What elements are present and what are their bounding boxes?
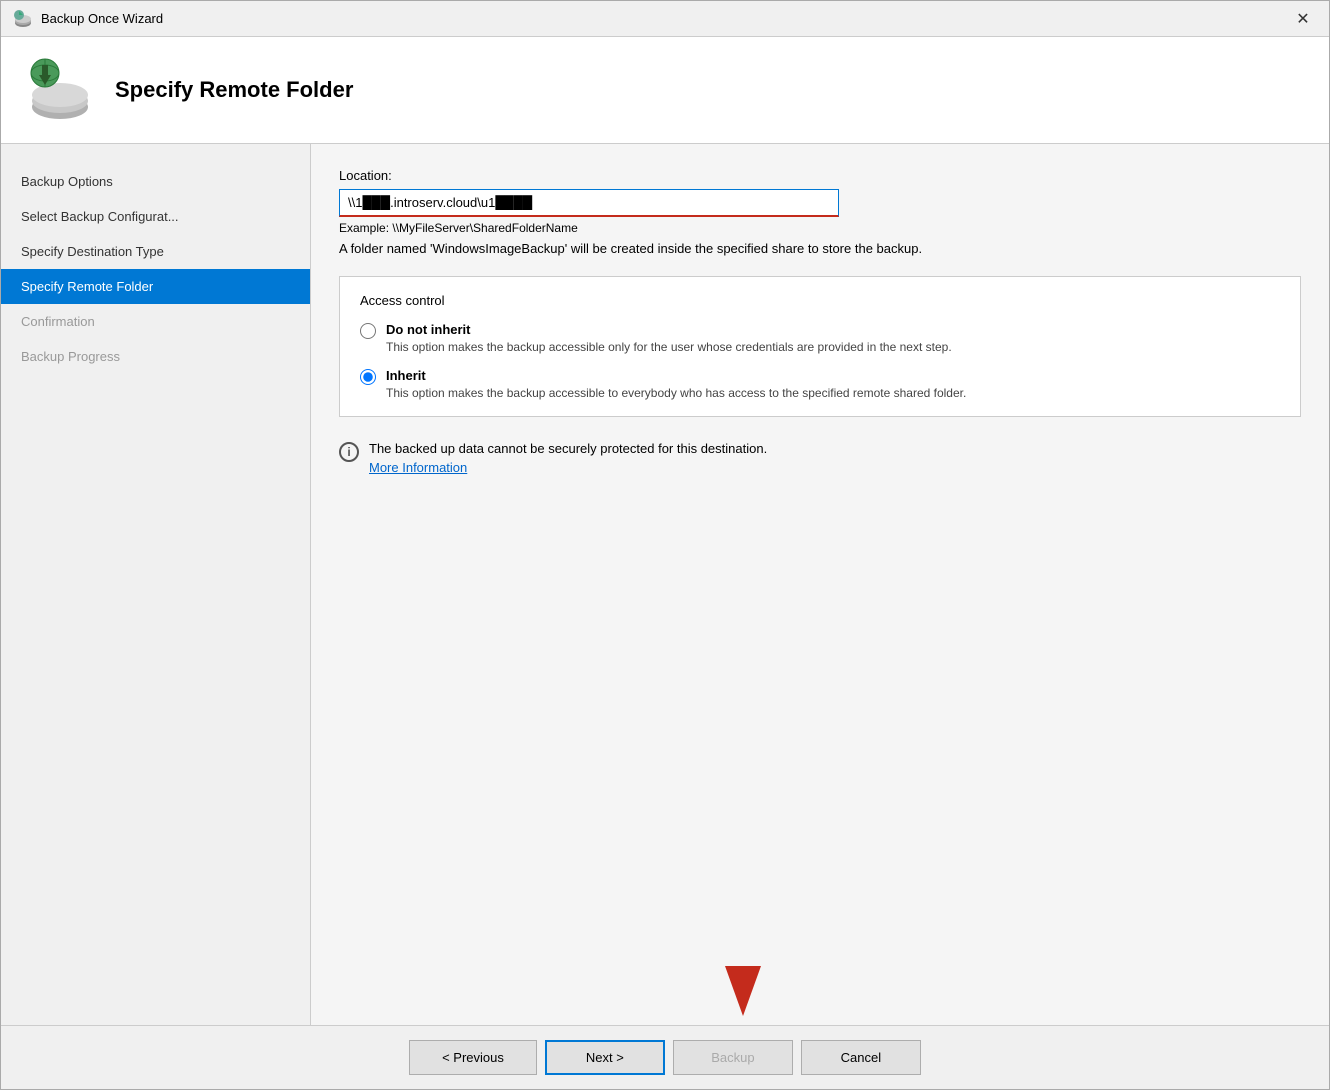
title-bar-left: Backup Once Wizard (13, 9, 163, 29)
arrow-indicator (725, 966, 761, 1016)
header-area: Specify Remote Folder (1, 37, 1329, 144)
example-prefix: Example: (339, 221, 392, 235)
radio-do-not-inherit-label: Do not inherit (386, 322, 952, 337)
radio-option-inherit: Inherit This option makes the backup acc… (360, 368, 1280, 400)
backup-large-icon (25, 55, 95, 125)
location-label: Location: (339, 168, 1301, 183)
info-notice: i The backed up data cannot be securely … (339, 441, 1301, 475)
info-icon: i (339, 442, 359, 462)
info-notice-content: The backed up data cannot be securely pr… (369, 441, 767, 475)
sidebar: Backup Options Select Backup Configurat.… (1, 144, 311, 1025)
previous-button[interactable]: < Previous (409, 1040, 537, 1075)
content-area: Backup Options Select Backup Configurat.… (1, 144, 1329, 1025)
spacer (339, 489, 1301, 1001)
backup-button: Backup (673, 1040, 793, 1075)
title-bar: Backup Once Wizard ✕ (1, 1, 1329, 37)
radio-inherit-label: Inherit (386, 368, 966, 383)
radio-inherit-desc: This option makes the backup accessible … (386, 386, 966, 400)
example-text: Example: \\MyFileServer\SharedFolderName (339, 221, 1301, 235)
wizard-window: Backup Once Wizard ✕ Specify Remote (0, 0, 1330, 1090)
radio-inherit-content: Inherit This option makes the backup acc… (386, 368, 966, 400)
location-section: Location: Example: \\MyFileServer\Shared… (339, 168, 1301, 256)
header-icon (25, 55, 95, 125)
sidebar-item-backup-progress: Backup Progress (1, 339, 310, 374)
example-value: \\MyFileServer\SharedFolderName (392, 221, 577, 235)
next-button[interactable]: Next > (545, 1040, 665, 1075)
more-info-link[interactable]: More Information (369, 460, 767, 475)
radio-option-do-not-inherit: Do not inherit This option makes the bac… (360, 322, 1280, 354)
sidebar-item-backup-options[interactable]: Backup Options (1, 164, 310, 199)
cancel-button[interactable]: Cancel (801, 1040, 921, 1075)
access-control-title: Access control (360, 293, 1280, 308)
radio-inherit[interactable] (360, 369, 376, 385)
info-notice-text: The backed up data cannot be securely pr… (369, 441, 767, 456)
sidebar-item-specify-dest-type[interactable]: Specify Destination Type (1, 234, 310, 269)
radio-do-not-inherit[interactable] (360, 323, 376, 339)
footer-area: < Previous Next > Backup Cancel (1, 1025, 1329, 1089)
title-text: Backup Once Wizard (41, 11, 163, 26)
sidebar-item-select-config[interactable]: Select Backup Configurat... (1, 199, 310, 234)
location-input[interactable] (339, 189, 839, 217)
location-input-wrapper (339, 189, 1301, 217)
sidebar-item-specify-remote-folder[interactable]: Specify Remote Folder (1, 269, 310, 304)
sidebar-item-confirmation: Confirmation (1, 304, 310, 339)
footer-buttons: < Previous Next > Backup Cancel (409, 1040, 921, 1075)
folder-info-text: A folder named 'WindowsImageBackup' will… (339, 241, 1301, 256)
radio-do-not-inherit-desc: This option makes the backup accessible … (386, 340, 952, 354)
page-title: Specify Remote Folder (115, 77, 353, 103)
title-icon (13, 9, 33, 29)
radio-do-not-inherit-content: Do not inherit This option makes the bac… (386, 322, 952, 354)
main-content: Location: Example: \\MyFileServer\Shared… (311, 144, 1329, 1025)
arrow-down-icon (725, 966, 761, 1016)
close-button[interactable]: ✕ (1289, 5, 1317, 33)
access-control-box: Access control Do not inherit This optio… (339, 276, 1301, 417)
